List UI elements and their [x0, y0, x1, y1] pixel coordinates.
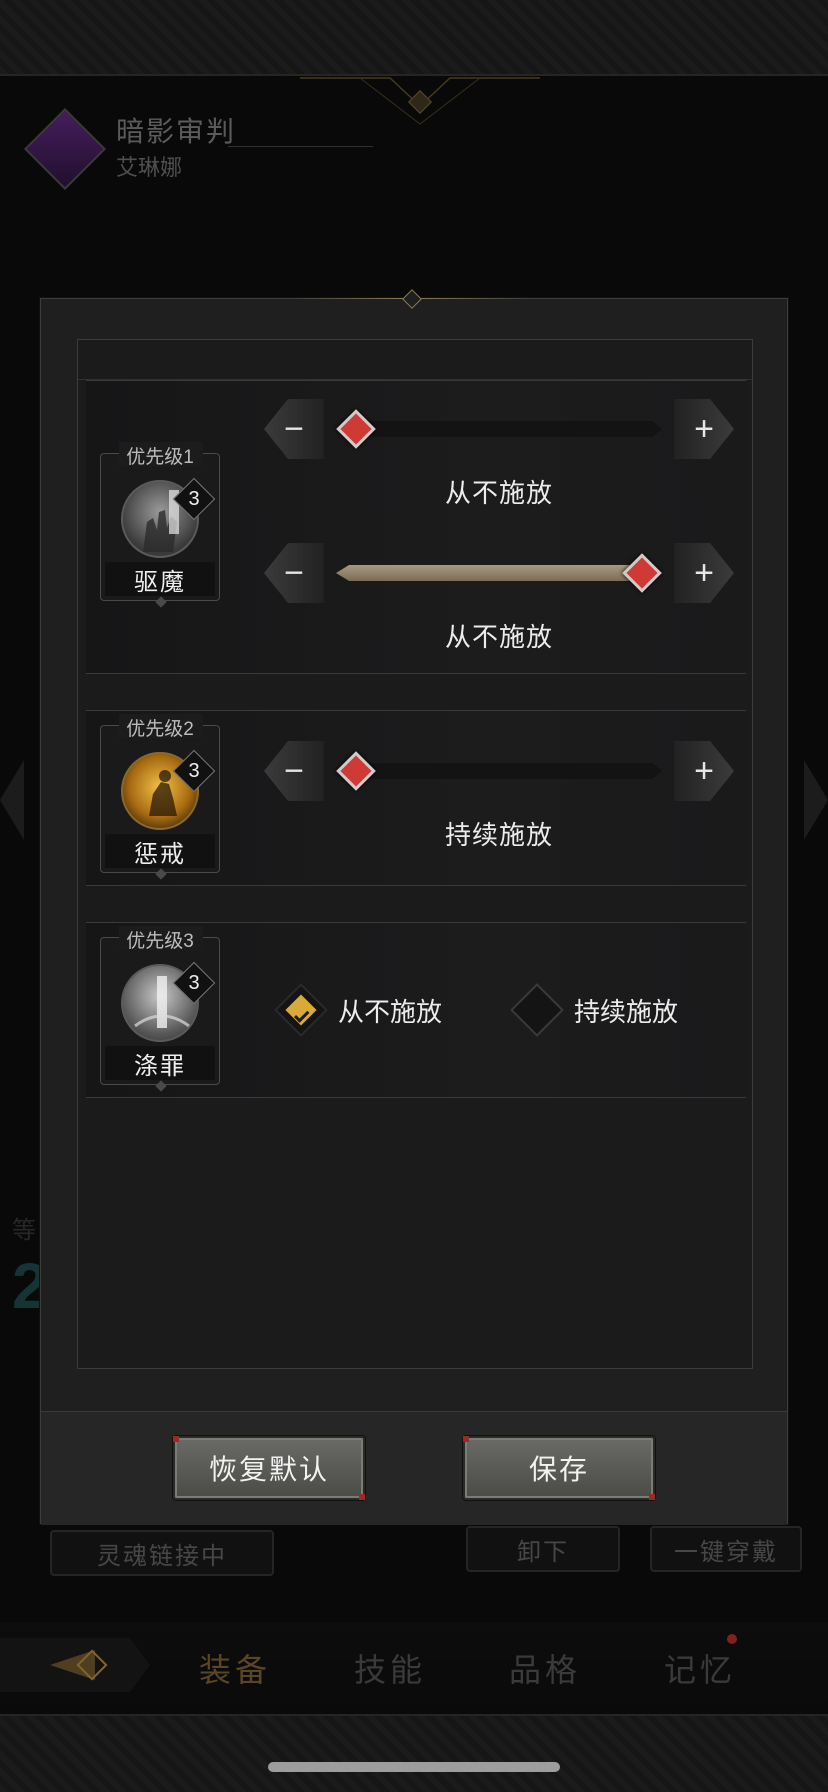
- slider-caption: 从不施放: [444, 478, 553, 508]
- option-label: 从不施放: [338, 996, 443, 1027]
- option-continuous-cast[interactable]: 持续施放: [510, 983, 679, 1037]
- settings-panel: 优先级1 3 驱魔 − + 从不施放 − + 从不施放 优先级2 3 惩戒 − …: [77, 339, 753, 1369]
- priority-label: 优先级3: [126, 931, 194, 952]
- cast-slider-1: − +: [264, 399, 734, 459]
- cast-slider-3: − +: [264, 741, 734, 801]
- corner-decoration: [463, 1436, 469, 1442]
- rank-number: 3: [188, 759, 200, 782]
- checkbox-unchecked-icon[interactable]: [510, 983, 564, 1037]
- skill-name: 惩戒: [105, 834, 215, 868]
- increase-button[interactable]: +: [674, 741, 734, 801]
- slider-knob[interactable]: [622, 553, 662, 593]
- corner-decoration: [649, 1494, 655, 1500]
- decrease-button[interactable]: −: [264, 543, 324, 603]
- option-label: 持续施放: [574, 996, 679, 1027]
- rank-number: 3: [188, 971, 200, 994]
- rank-number: 3: [188, 487, 200, 510]
- corner-decoration: [359, 1494, 365, 1500]
- card-dot: [155, 868, 167, 880]
- skill-section-1: 优先级1 3 驱魔 − + 从不施放 − + 从不施放: [86, 380, 746, 674]
- skill-card-exorcise[interactable]: 优先级1 3 驱魔: [100, 442, 220, 608]
- skill-section-2: 优先级2 3 惩戒 − + 持续施放: [86, 710, 746, 886]
- card-dot: [155, 1080, 167, 1092]
- priority-label: 优先级2: [126, 719, 194, 740]
- slider-caption: 持续施放: [444, 820, 553, 850]
- increase-button[interactable]: +: [674, 543, 734, 603]
- save-label: 保存: [528, 1454, 589, 1485]
- skill-name: 驱魔: [105, 562, 215, 596]
- increase-button[interactable]: +: [674, 399, 734, 459]
- slider-track[interactable]: [336, 763, 662, 779]
- restore-default-button[interactable]: 恢复默认: [173, 1436, 365, 1500]
- slider-knob[interactable]: [336, 409, 376, 449]
- checkmark-icon: [293, 1007, 310, 1023]
- slider-knob[interactable]: [336, 751, 376, 791]
- slider-track[interactable]: [336, 421, 662, 437]
- checkbox-checked-icon[interactable]: [274, 983, 328, 1037]
- skill-card-punish[interactable]: 优先级2 3 惩戒: [100, 714, 220, 880]
- decrease-button[interactable]: −: [264, 399, 324, 459]
- cast-slider-2: − +: [264, 543, 734, 603]
- skill-cast-settings-modal: 优先级1 3 驱魔 − + 从不施放 − + 从不施放 优先级2 3 惩戒 − …: [40, 289, 788, 1525]
- skill-name: 涤罪: [105, 1046, 215, 1080]
- slider-caption: 从不施放: [444, 622, 553, 652]
- decrease-button[interactable]: −: [264, 741, 324, 801]
- restore-default-label: 恢复默认: [208, 1454, 329, 1485]
- save-button[interactable]: 保存: [463, 1436, 655, 1500]
- card-dot: [155, 596, 167, 608]
- slider-fill: [336, 565, 662, 581]
- modal-footer: 恢复默认 保存: [41, 1411, 787, 1525]
- skill-card-cleanse[interactable]: 优先级3 3 涤罪: [100, 926, 220, 1092]
- skill-section-3: 优先级3 3 涤罪 从不施放 持续施放: [86, 922, 746, 1098]
- option-never-cast[interactable]: 从不施放: [274, 983, 443, 1037]
- slider-track[interactable]: [336, 565, 662, 581]
- corner-decoration: [173, 1436, 179, 1442]
- priority-label: 优先级1: [126, 447, 194, 468]
- panel-header: [78, 340, 752, 380]
